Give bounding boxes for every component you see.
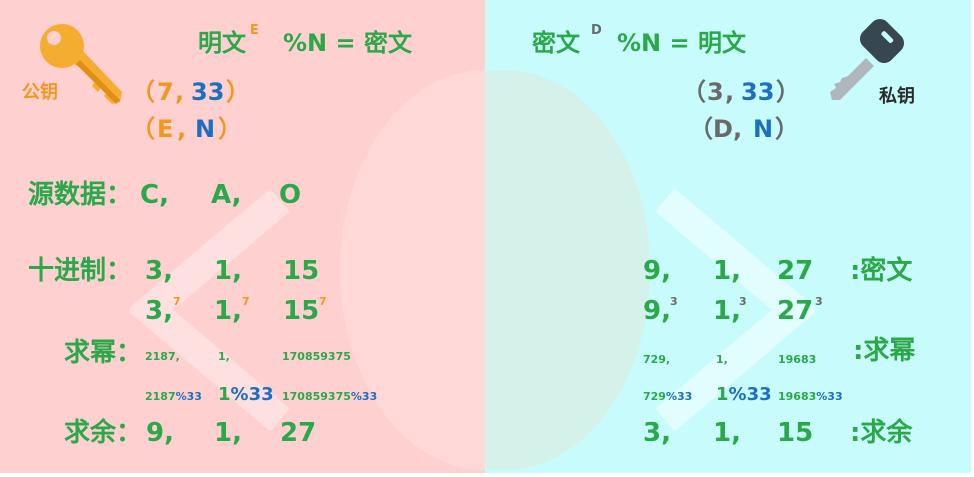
power-exponent: 7 bbox=[173, 295, 181, 308]
power-exponent: 7 bbox=[242, 295, 250, 308]
source-label: 源数据： bbox=[28, 180, 133, 210]
cipher-value: 1, bbox=[713, 256, 741, 286]
public-key-panel: 公钥 明文 E %N = 密文 （ 7 , 33 ） （ E , N ） 源数据… bbox=[0, 0, 485, 473]
power-result: 1, bbox=[716, 353, 728, 366]
power-base: 27 bbox=[777, 296, 814, 326]
mod-expression: 170859375%33 bbox=[282, 390, 378, 403]
power-result: 2187, bbox=[145, 350, 180, 363]
power-base: 9, bbox=[643, 296, 671, 326]
formula-exponent: E bbox=[250, 23, 259, 38]
background-egg-shape bbox=[340, 70, 485, 470]
remainder-label: 求余： bbox=[64, 418, 143, 448]
cipher-value: 9, bbox=[643, 256, 671, 286]
remainder-value: 1, bbox=[214, 418, 242, 448]
power-exponent: 3 bbox=[670, 295, 678, 308]
remainder-value: 3, bbox=[643, 418, 671, 448]
power-exponent: 3 bbox=[739, 295, 747, 308]
remainder-value: 15 bbox=[777, 418, 814, 448]
mod-expression: 1%33 bbox=[716, 384, 772, 405]
remainder-value: 27 bbox=[280, 418, 317, 448]
mod-expression: 1%33 bbox=[218, 384, 274, 405]
mod-expression: 729%33 bbox=[643, 390, 693, 403]
mod-expression: 19683%33 bbox=[778, 390, 843, 403]
remainder-value: 1, bbox=[713, 418, 741, 448]
power-base: 3, bbox=[145, 296, 173, 326]
decimal-value: 3, bbox=[145, 256, 173, 286]
mod-expression: 2187%33 bbox=[145, 390, 202, 403]
cipher-label: :密文 bbox=[850, 256, 913, 286]
power-base: 15 bbox=[283, 296, 320, 326]
decimal-value: 15 bbox=[283, 256, 320, 286]
private-key-label: 私钥 bbox=[879, 86, 915, 107]
formula-base: 明文 bbox=[198, 29, 246, 57]
remainder-label: :求余 bbox=[850, 418, 913, 448]
formula-rest: %N = 密文 bbox=[283, 29, 412, 57]
decimal-label: 十进制： bbox=[28, 256, 133, 286]
formula-base: 密文 bbox=[532, 29, 580, 57]
source-value: C, bbox=[140, 180, 169, 210]
power-base: 1, bbox=[214, 296, 242, 326]
private-key-panel: 私钥 密文 D %N = 明文 （ 3 , 33 ） （ D , N ） 9, … bbox=[485, 0, 971, 473]
cipher-value: 27 bbox=[777, 256, 814, 286]
power-label: 求幂： bbox=[64, 338, 143, 368]
power-exponent: 7 bbox=[319, 295, 327, 308]
public-key-label: 公钥 bbox=[22, 82, 58, 103]
power-label: :求幂 bbox=[853, 336, 916, 366]
background-egg-shape bbox=[485, 70, 650, 470]
power-exponent: 3 bbox=[815, 295, 823, 308]
power-result: 1, bbox=[218, 350, 230, 363]
formula-exponent: D bbox=[591, 23, 602, 38]
formula-rest: %N = 明文 bbox=[617, 29, 746, 57]
source-value: A, bbox=[211, 180, 242, 210]
decimal-value: 1, bbox=[214, 256, 242, 286]
power-base: 1, bbox=[713, 296, 741, 326]
remainder-value: 9, bbox=[146, 418, 174, 448]
source-value: O bbox=[279, 180, 302, 210]
power-result: 170859375 bbox=[282, 350, 351, 363]
power-result: 729, bbox=[643, 353, 671, 366]
power-result: 19683 bbox=[778, 353, 817, 366]
